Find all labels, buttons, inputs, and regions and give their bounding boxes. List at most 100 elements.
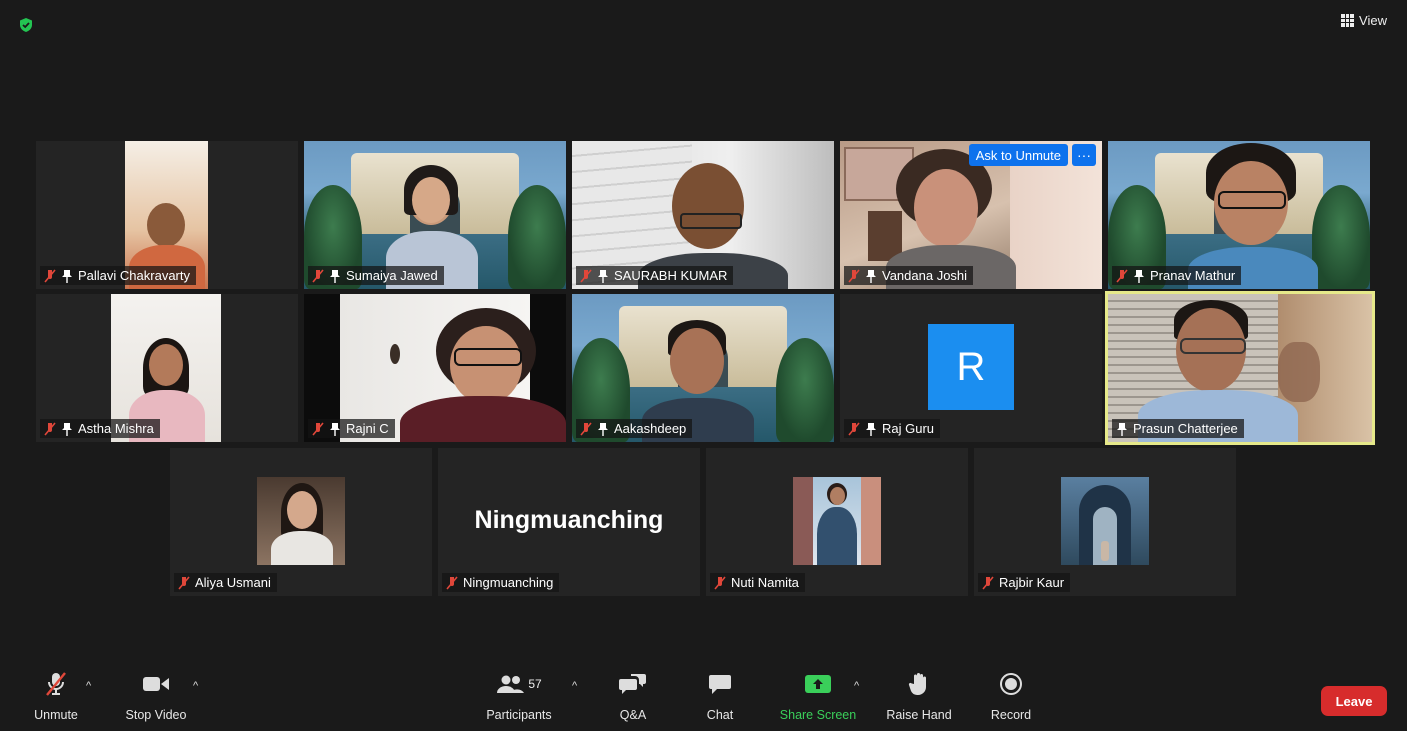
nameplate: Nuti Namita xyxy=(710,573,805,592)
participant-name: Pranav Mathur xyxy=(1150,268,1236,283)
nameplate: SAURABH KUMAR xyxy=(576,266,734,285)
muted-mic-icon xyxy=(848,421,860,436)
muted-mic-icon xyxy=(44,421,56,436)
view-label: View xyxy=(1359,13,1387,28)
nameplate: Pranav Mathur xyxy=(1112,266,1242,285)
participant-tile[interactable]: Rajbir Kaur xyxy=(974,448,1236,596)
nameplate: Raj Guru xyxy=(844,419,941,438)
muted-mic-icon xyxy=(714,575,726,590)
participant-name: Aakashdeep xyxy=(614,421,687,436)
participant-tile[interactable]: Pranav Mathur xyxy=(1108,141,1370,289)
participant-tile[interactable]: Nuti Namita xyxy=(706,448,968,596)
muted-mic-icon xyxy=(580,421,592,436)
muted-mic-icon xyxy=(178,575,190,590)
participant-name: Rajni C xyxy=(346,421,389,436)
nameplate: Ningmuanching xyxy=(442,573,560,592)
participant-tile[interactable]: Astha Mishra xyxy=(36,294,298,442)
video-camera-icon xyxy=(142,670,170,698)
unmute-button[interactable]: Unmute xyxy=(30,670,82,722)
chat-button[interactable]: Chat xyxy=(700,670,740,722)
stop-video-button[interactable]: Stop Video xyxy=(120,670,192,722)
record-button[interactable]: Record xyxy=(986,670,1036,722)
pin-icon xyxy=(61,422,73,436)
pin-icon xyxy=(865,269,877,283)
leave-meeting-button[interactable]: Leave xyxy=(1321,686,1387,716)
muted-mic-icon xyxy=(982,575,994,590)
participant-display-name: Ningmuanching xyxy=(474,506,664,534)
pin-icon xyxy=(1133,269,1145,283)
muted-mic-icon xyxy=(312,421,324,436)
avatar: R xyxy=(928,324,1014,410)
pin-icon xyxy=(329,269,341,283)
participant-name: Ningmuanching xyxy=(463,575,554,590)
participant-video xyxy=(1061,477,1149,565)
share-screen-button[interactable]: Share Screen xyxy=(777,670,859,722)
stop-video-label: Stop Video xyxy=(125,708,187,722)
pin-icon xyxy=(61,269,73,283)
share-screen-label: Share Screen xyxy=(779,708,857,722)
participant-tile[interactable]: Aliya Usmani xyxy=(170,448,432,596)
participant-name: Nuti Namita xyxy=(731,575,799,590)
audio-options-caret[interactable]: ^ xyxy=(86,680,91,692)
more-options-button[interactable]: ··· xyxy=(1072,144,1096,166)
participant-tile[interactable]: Ningmuanching Ningmuanching xyxy=(438,448,700,596)
muted-microphone-icon xyxy=(44,670,68,698)
participants-label: Participants xyxy=(486,708,552,722)
participant-video xyxy=(793,477,881,565)
participants-count: 57 xyxy=(528,677,542,691)
meeting-toolbar: Unmute ^ Stop Video ^ 57 Participants ^ xyxy=(0,670,1407,731)
participant-tile[interactable]: R Raj Guru xyxy=(840,294,1102,442)
participant-name: SAURABH KUMAR xyxy=(614,268,728,283)
raise-hand-label: Raise Hand xyxy=(886,708,952,722)
active-speaker-tile[interactable]: Prasun Chatterjee xyxy=(1105,291,1375,445)
nameplate: Pallavi Chakravarty xyxy=(40,266,196,285)
nameplate: Astha Mishra xyxy=(40,419,160,438)
pin-icon xyxy=(1116,422,1128,436)
muted-mic-icon xyxy=(1116,268,1128,283)
qa-label: Q&A xyxy=(619,708,647,722)
nameplate: Aliya Usmani xyxy=(174,573,277,592)
nameplate: Rajbir Kaur xyxy=(978,573,1071,592)
participant-tile[interactable]: Rajni C xyxy=(304,294,566,442)
chat-bubble-icon xyxy=(708,670,732,698)
participant-name: Rajbir Kaur xyxy=(999,575,1065,590)
top-bar: View xyxy=(0,0,1407,40)
qa-button[interactable]: Q&A xyxy=(613,670,653,722)
participant-tile[interactable]: Aakashdeep xyxy=(572,294,834,442)
participants-icon-group: 57 xyxy=(496,670,542,698)
participant-video xyxy=(257,477,345,565)
nameplate: Aakashdeep xyxy=(576,419,693,438)
participants-icon xyxy=(497,675,525,693)
participants-options-caret[interactable]: ^ xyxy=(572,680,577,692)
record-label: Record xyxy=(990,708,1032,722)
participant-name: Astha Mishra xyxy=(78,421,154,436)
share-options-caret[interactable]: ^ xyxy=(854,680,859,692)
participant-name: Aliya Usmani xyxy=(195,575,271,590)
muted-mic-icon xyxy=(44,268,56,283)
participant-tile[interactable]: Pallavi Chakravarty xyxy=(36,141,298,289)
pin-icon xyxy=(329,422,341,436)
participant-name: Vandana Joshi xyxy=(882,268,968,283)
chat-label: Chat xyxy=(706,708,734,722)
view-button[interactable]: View xyxy=(1341,13,1387,28)
muted-mic-icon xyxy=(848,268,860,283)
pin-icon xyxy=(597,422,609,436)
share-screen-icon xyxy=(804,670,832,698)
record-icon xyxy=(999,670,1023,698)
video-options-caret[interactable]: ^ xyxy=(193,680,198,692)
muted-mic-icon xyxy=(446,575,458,590)
participant-name: Sumaiya Jawed xyxy=(346,268,438,283)
nameplate: Vandana Joshi xyxy=(844,266,974,285)
security-shield-icon[interactable] xyxy=(18,17,34,33)
participant-tile[interactable]: SAURABH KUMAR xyxy=(572,141,834,289)
pin-icon xyxy=(865,422,877,436)
raise-hand-button[interactable]: Raise Hand xyxy=(883,670,955,722)
participant-tile[interactable]: Sumaiya Jawed xyxy=(304,141,566,289)
raise-hand-icon xyxy=(908,670,930,698)
participant-name: Prasun Chatterjee xyxy=(1133,421,1238,436)
nameplate: Rajni C xyxy=(308,419,395,438)
participants-button[interactable]: 57 Participants xyxy=(481,670,557,722)
ask-to-unmute-button[interactable]: Ask to Unmute xyxy=(968,144,1068,166)
participant-name: Pallavi Chakravarty xyxy=(78,268,190,283)
participant-tile[interactable]: Ask to Unmute ··· Vandana Joshi xyxy=(840,141,1102,289)
